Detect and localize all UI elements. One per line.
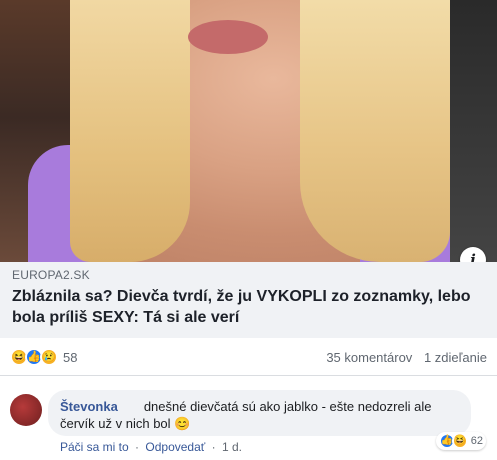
shares-count-link[interactable]: 1 zdieľanie <box>424 350 487 365</box>
haha-icon: 😆 <box>451 433 468 449</box>
reaction-summary[interactable]: 😆 👍 😢 58 <box>10 347 77 367</box>
comment-reactions[interactable]: 👍 😆 62 <box>435 432 486 450</box>
comments-count-link[interactable]: 35 komentárov <box>326 350 412 365</box>
like-comment-link[interactable]: Páči sa mi to <box>60 440 129 454</box>
link-domain: EUROPA2.SK <box>12 268 90 282</box>
post-stats: 😆 👍 😢 58 35 komentárov 1 zdieľanie <box>0 338 497 376</box>
post-image[interactable] <box>0 0 497 262</box>
reply-link[interactable]: Odpovedať <box>145 440 205 454</box>
reaction-count: 58 <box>63 349 78 365</box>
link-preview[interactable]: EUROPA2.SK Zbláznila sa? Dievča tvrdí, ž… <box>0 262 497 338</box>
sad-icon: 😢 <box>40 348 58 366</box>
feed-post: i EUROPA2.SK Zbláznila sa? Dievča tvrdí,… <box>0 0 497 460</box>
link-headline[interactable]: Zbláznila sa? Dievča tvrdí, že ju VYKOPL… <box>12 286 485 328</box>
avatar[interactable] <box>10 394 42 426</box>
image-hair-left <box>70 0 190 262</box>
comment-timestamp[interactable]: 1 d. <box>222 440 242 454</box>
image-hair-right <box>300 0 450 262</box>
comment-reaction-count: 62 <box>470 435 483 447</box>
comment-bubble: Števonka dnešné dievčatá sú ako jablko - … <box>48 390 471 436</box>
comment-author[interactable]: Števonka <box>60 399 118 414</box>
smile-emoji-icon: 😊 <box>174 416 191 431</box>
engagement-counts: 35 komentárov 1 zdieľanie <box>326 350 487 365</box>
comment-actions: Páči sa mi to · Odpovedať · 1 d. <box>60 440 245 454</box>
image-lips <box>188 20 268 54</box>
separator-dot: · <box>135 440 140 454</box>
separator-dot: · <box>211 440 216 454</box>
